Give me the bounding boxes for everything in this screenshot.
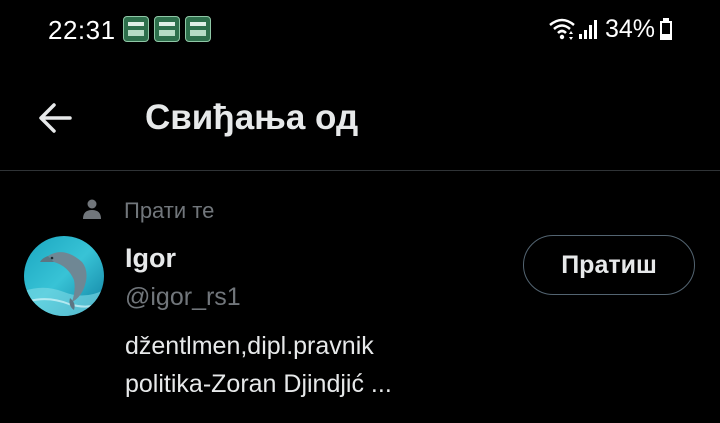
battery-level-fill [660,34,672,40]
bio-line: politika-Zoran Djindjić ... [125,370,392,398]
arrow-left-icon[interactable] [28,90,84,146]
avatar[interactable] [24,236,104,316]
following-button[interactable]: Пратиш [523,235,695,295]
notification-app-icon [185,16,211,42]
dolphin-avatar-image [24,236,104,316]
bio-line: džentlmen,dipl.pravnik [125,332,374,360]
notification-app-icon [154,16,180,42]
notification-app-icon [123,16,149,42]
status-bar: 22:31 34% [0,0,720,60]
cell-signal-icon [579,20,597,39]
person-icon [83,199,101,219]
user-bio: džentlmen,dipl.pravnik politika-Zoran Dj… [125,327,392,403]
battery-percent: 34% [605,15,656,43]
wifi-icon [549,18,575,40]
battery-icon [660,18,672,40]
status-time: 22:31 [48,15,116,45]
top-app-bar: Свиђања од [0,70,720,171]
follows-you-label: Прати те [124,198,215,223]
page-title: Свиђања од [145,98,359,137]
user-display-name[interactable]: Igor [125,243,176,274]
user-handle: @igor_rs1 [125,283,241,311]
